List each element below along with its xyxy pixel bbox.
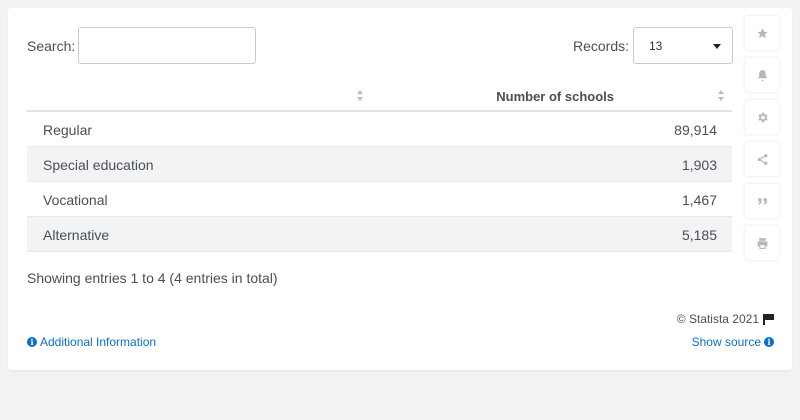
cite-button[interactable] [745,184,779,218]
table-row: Regular 89,914 [27,112,732,147]
info-icon: i [27,337,37,347]
row-value: 1,467 [681,192,717,208]
print-icon [757,237,767,249]
copyright-text: © Statista 2021 [676,312,759,326]
share-icon [757,153,767,165]
favorite-button[interactable] [745,16,779,50]
additional-information-link[interactable]: i Additional Information [27,335,156,349]
show-source-label: Show source [691,335,761,349]
quote-icon [757,197,767,205]
search-label: Search: [27,38,76,54]
caret-down-icon [713,44,721,49]
star-icon [756,27,768,38]
additional-information-label: Additional Information [40,335,157,349]
row-value: 1,903 [681,157,717,173]
copyright: © Statista 2021 [677,312,774,326]
table-row: Vocational 1,467 [27,182,732,217]
row-label: Regular [43,122,93,138]
row-label: Alternative [43,227,110,243]
table-header: Number of schools [27,82,732,112]
info-icon: i [764,337,774,347]
sort-icon[interactable] [357,90,365,104]
share-button[interactable] [745,142,779,176]
row-label: Special education [43,157,154,173]
records-selected-value: 13 [649,39,663,53]
gear-icon [757,112,768,122]
records-select[interactable]: 13 [633,27,733,64]
show-source-link[interactable]: Show source i [692,335,774,349]
flag-icon[interactable] [763,313,774,325]
table-row: Special education 1,903 [27,147,732,182]
column-header-number-of-schools[interactable]: Number of schools [496,89,614,104]
row-label: Vocational [43,192,108,208]
data-table: Number of schools Regular 89,914 Special… [27,82,732,252]
table-row: Alternative 5,185 [27,217,732,252]
search-input[interactable] [78,27,256,64]
records-label: Records: [573,38,630,54]
notification-button[interactable] [745,58,779,92]
entries-summary: Showing entries 1 to 4 (4 entries in tot… [27,270,278,286]
action-sidebar [745,16,781,268]
row-value: 5,185 [681,227,717,243]
bell-icon [757,69,767,81]
settings-button[interactable] [745,100,779,134]
print-button[interactable] [745,226,779,260]
row-value: 89,914 [674,122,717,138]
sort-icon[interactable] [718,90,726,104]
statistic-card: Search: Records: 13 Number of schools Re… [8,8,792,370]
